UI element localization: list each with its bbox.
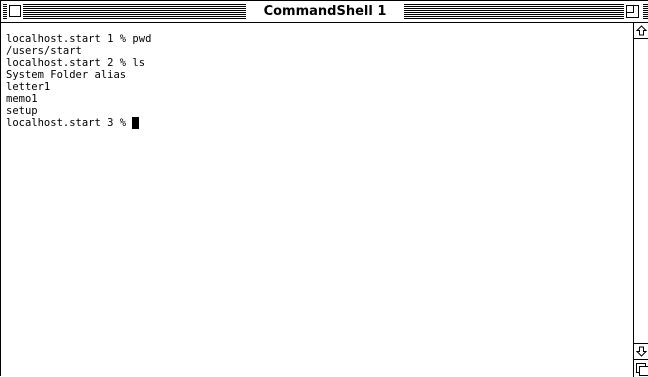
terminal-line: /users/start <box>6 45 82 57</box>
zoom-box-inner <box>627 6 634 13</box>
zoom-box-icon[interactable] <box>626 5 639 18</box>
text-cursor <box>132 117 140 129</box>
close-box-icon[interactable] <box>9 5 21 17</box>
vertical-scrollbar[interactable] <box>633 23 648 377</box>
title-bar-stripes-left <box>3 4 246 19</box>
terminal-output: localhost.start 1 % pwd /users/start loc… <box>6 33 151 129</box>
terminal-line: setup <box>6 105 38 117</box>
title-bar[interactable]: CommandShell 1 <box>1 1 648 23</box>
terminal-line: localhost.start 2 % ls <box>6 57 146 69</box>
arrow-down-icon[interactable] <box>634 343 648 359</box>
commandshell-window: CommandShell 1 localhost.start 1 % pwd /… <box>0 0 648 377</box>
arrow-up-icon[interactable] <box>634 23 648 39</box>
size-box-front <box>639 366 648 376</box>
terminal-line: memo1 <box>6 93 38 105</box>
terminal-line: System Folder alias <box>6 69 127 81</box>
terminal-line: localhost.start 1 % pwd <box>6 33 152 45</box>
terminal-prompt: localhost.start 3 % <box>6 117 133 129</box>
terminal-line: letter1 <box>6 81 51 93</box>
size-box-icon[interactable] <box>634 359 648 377</box>
terminal-area[interactable]: localhost.start 1 % pwd /users/start loc… <box>1 23 633 377</box>
title-bar-stripes-right <box>404 4 624 19</box>
title-bar-stripes-edge <box>643 4 648 19</box>
window-title: CommandShell 1 <box>246 1 404 22</box>
